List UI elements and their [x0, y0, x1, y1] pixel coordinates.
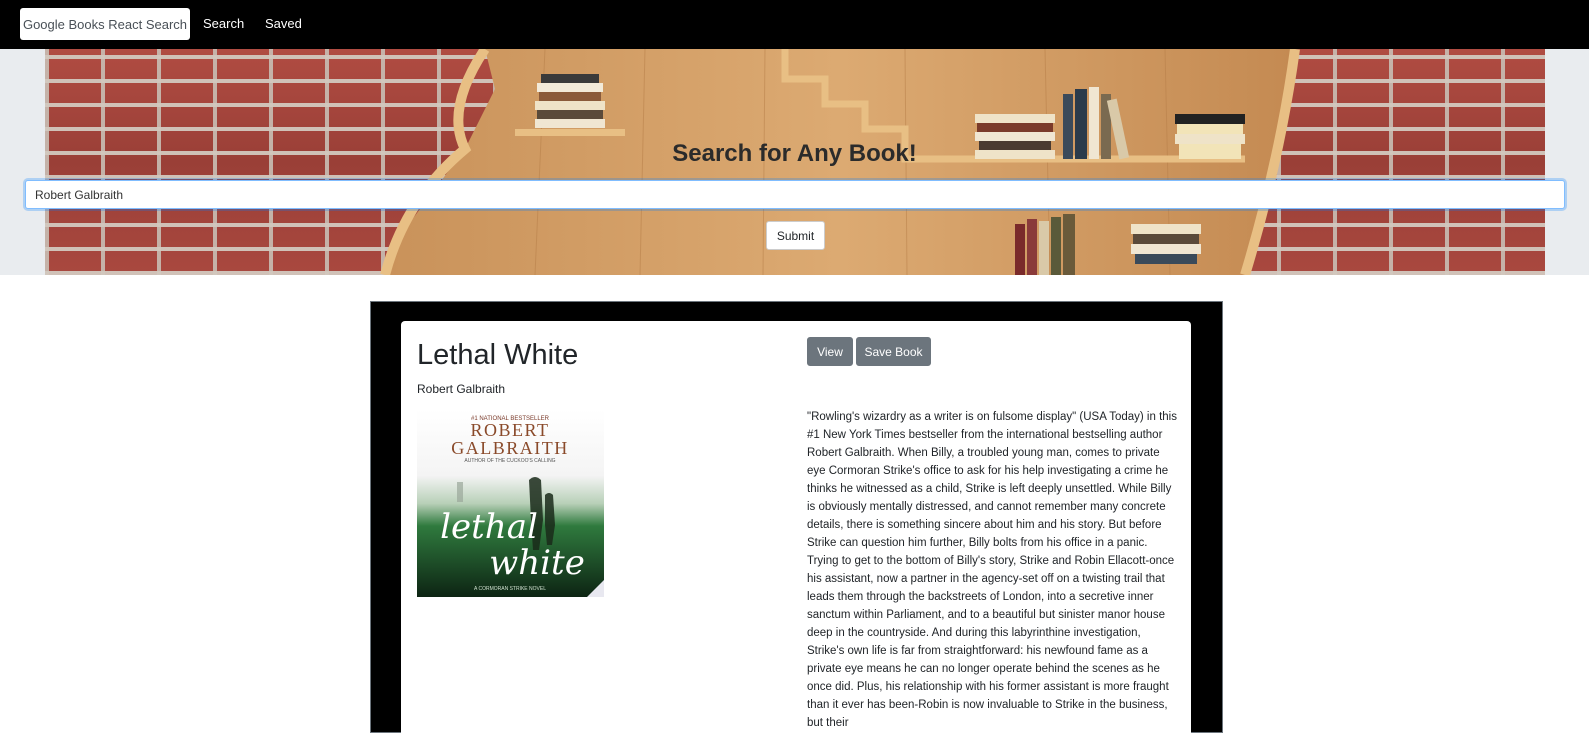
cover-series: A CORMORAN STRIKE NOVEL [474, 586, 546, 592]
book-title: Lethal White [417, 339, 579, 371]
view-button[interactable]: View [807, 337, 853, 366]
book-author: Robert Galbraith [417, 382, 506, 396]
submit-button[interactable]: Submit [766, 221, 825, 250]
cover-byline: AUTHOR OF THE CUCKOO'S CALLING [464, 458, 555, 464]
cover-title-line2: white [489, 543, 585, 583]
book-card: Lethal White Robert Galbraith #1 NATIONA… [401, 321, 1191, 741]
cover-title-line1: lethal [440, 507, 538, 547]
nav-search-link[interactable]: Search [203, 16, 244, 31]
save-book-button[interactable]: Save Book [856, 337, 931, 366]
results-container: Lethal White Robert Galbraith #1 NATIONA… [370, 301, 1223, 741]
navbar: Google Books React Search Search Saved [0, 0, 1589, 49]
brand-link[interactable]: Google Books React Search [20, 8, 190, 40]
book-description: "Rowling's wizardry as a writer is on fu… [807, 411, 1177, 729]
book-cover-image: #1 NATIONAL BESTSELLER ROBERT GALBRAITH … [417, 410, 604, 597]
nav-saved-link[interactable]: Saved [265, 16, 302, 31]
page-heading: Search for Any Book! [672, 140, 917, 167]
cover-author-line2: GALBRAITH [451, 438, 569, 458]
cover-author-line1: ROBERT [471, 420, 550, 440]
search-input[interactable] [25, 180, 1565, 209]
